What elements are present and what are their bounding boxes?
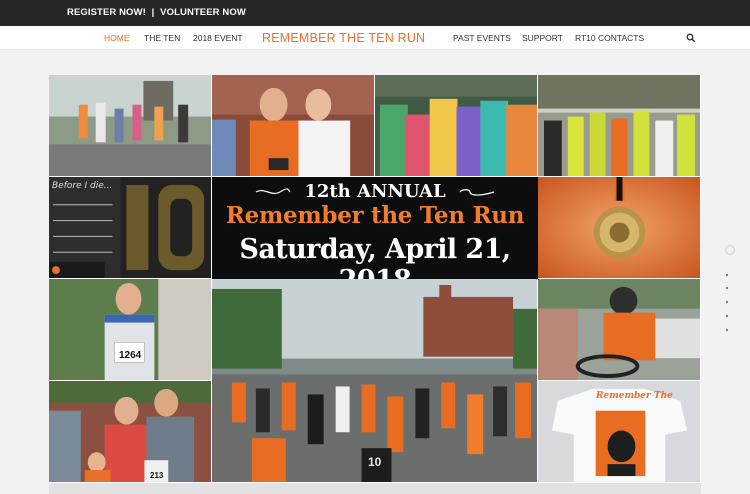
site-logo[interactable]: REMEMBER THE TEN RUN: [262, 26, 425, 50]
event-banner: 12th ANNUAL Remember the Ten Run Saturda…: [212, 177, 538, 279]
slider-dot[interactable]: [726, 274, 728, 276]
tshirt-text: Remember The: [596, 391, 673, 401]
slider-dot[interactable]: [726, 301, 728, 303]
topbar-separator: |: [151, 7, 155, 18]
bib-number-10: 10: [368, 455, 382, 469]
collage-footer-strip: [49, 483, 701, 494]
photo-two-men: [212, 75, 375, 177]
main-content: Before I die... 12th ANNUAL Remember the…: [0, 50, 750, 494]
photo-runners-street: [49, 75, 212, 177]
main-nav: HOME THE TEN 2018 EVENT REMEMBER THE TEN…: [0, 26, 750, 50]
slider-dot[interactable]: [726, 315, 728, 317]
nav-past-events[interactable]: PAST EVENTS: [453, 26, 511, 50]
photo-event-tshirt: Remember The: [538, 381, 701, 483]
wall-caption: Before I die...: [52, 181, 113, 191]
photo-runner-1264: 1264: [49, 279, 212, 381]
nav-rt10-contacts[interactable]: RT10 CONTACTS: [575, 26, 644, 50]
nav-home[interactable]: HOME: [104, 26, 130, 50]
banner-title: Remember the Ten Run: [225, 202, 525, 229]
banner-date: Saturday, April 21, 2018: [239, 234, 511, 279]
top-bar: REGISTER NOW! | VOLUNTEER NOW: [0, 0, 750, 26]
nav-support[interactable]: SUPPORT: [522, 26, 563, 50]
slider-indicator[interactable]: [724, 244, 738, 344]
bib-number-1264: 1264: [119, 350, 142, 361]
photo-tie-dye-group: [375, 75, 538, 177]
bib-number-213: 213: [150, 471, 164, 480]
nav-the-ten[interactable]: THE TEN: [144, 26, 180, 50]
slider-dot[interactable]: [726, 287, 728, 289]
nav-2018-event[interactable]: 2018 EVENT: [193, 26, 243, 50]
photo-finisher-medal: [538, 177, 701, 279]
slider-circle-icon[interactable]: [724, 244, 736, 256]
photo-family: 213: [49, 381, 212, 483]
volunteer-now-link[interactable]: VOLUNTEER NOW: [160, 0, 246, 26]
photo-wheelchair-racer: [538, 279, 701, 381]
photo-before-i-die-wall: Before I die...: [49, 177, 212, 279]
right-flourish-icon: [459, 189, 495, 196]
photo-collage: Before I die... 12th ANNUAL Remember the…: [49, 75, 701, 483]
photo-crowd-race-start: 10: [212, 279, 538, 483]
photo-volunteers-stands: [538, 75, 701, 177]
slider-dot[interactable]: [726, 329, 728, 331]
search-icon[interactable]: [686, 33, 696, 43]
register-now-link[interactable]: REGISTER NOW!: [67, 0, 146, 26]
